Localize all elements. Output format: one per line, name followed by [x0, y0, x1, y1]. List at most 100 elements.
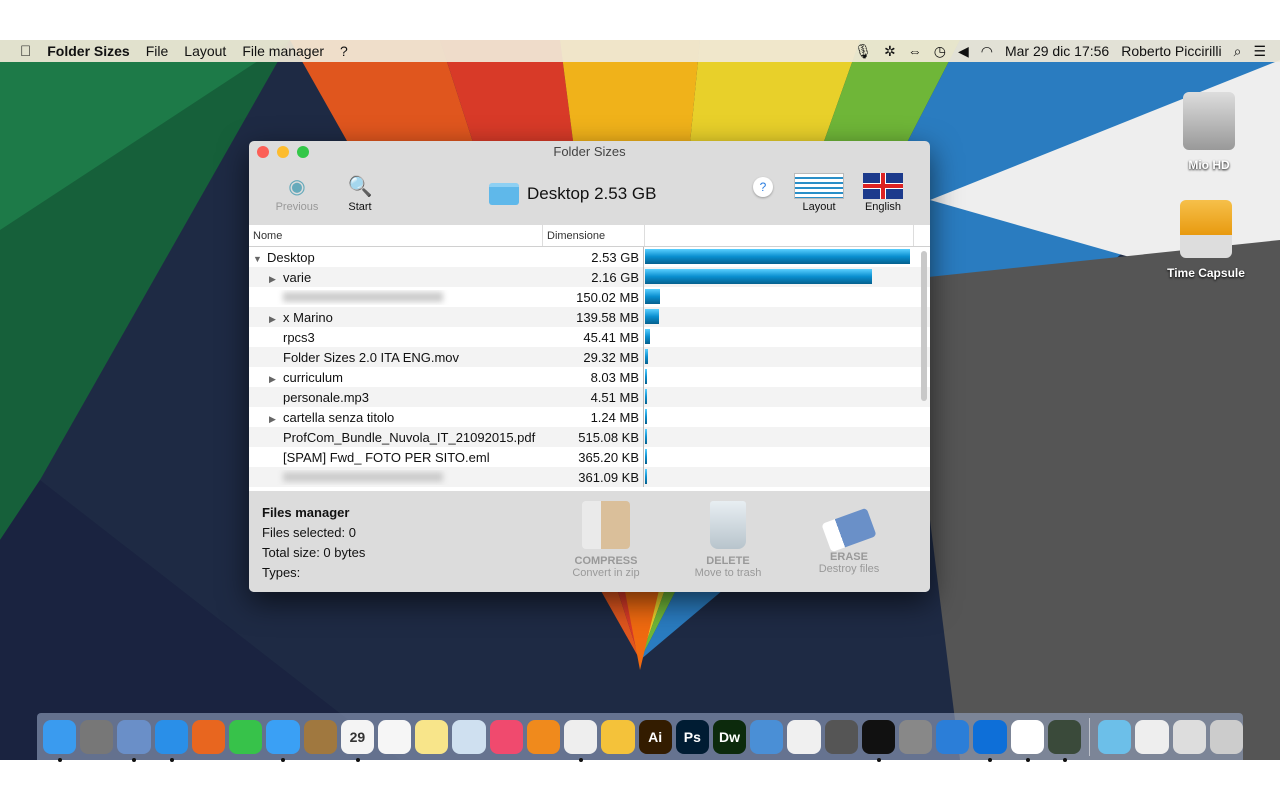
disclosure-triangle-icon[interactable]: ▶ [269, 274, 283, 285]
voice-recorder-icon[interactable] [1011, 720, 1044, 754]
running-indicator [132, 758, 136, 762]
illustrator-icon[interactable]: Ai [639, 720, 672, 754]
time-machine-icon[interactable]: ◷ [934, 43, 946, 60]
volume-icon[interactable]: ◀ [958, 43, 969, 60]
desktop-icon-mio-hd[interactable]: Mio HD [1159, 92, 1259, 172]
launchpad-icon[interactable] [80, 720, 113, 754]
erase-button[interactable]: ERASE Destroy files [799, 501, 899, 575]
column-bar [645, 225, 914, 246]
table-row[interactable]: ▶varie2.16 GB [249, 267, 930, 287]
menu-file[interactable]: File [146, 43, 169, 59]
contacts-icon[interactable] [304, 720, 337, 754]
row-size: 2.53 GB [543, 250, 643, 265]
screenshots-stack-icon[interactable] [1173, 720, 1206, 754]
files-manager-title: Files manager [262, 505, 349, 520]
trash-dock-icon[interactable] [1210, 720, 1243, 754]
size-bar [645, 329, 650, 344]
previous-button[interactable]: ◉ Previous [267, 173, 327, 213]
uk-flag-icon [863, 173, 903, 199]
dock-icon-text: Dw [719, 729, 740, 745]
ibooks-icon[interactable] [527, 720, 560, 754]
title-bar[interactable]: Folder Sizes [249, 141, 930, 163]
size-bar [645, 269, 872, 284]
disclosure-triangle-icon[interactable]: ▶ [269, 374, 283, 385]
preview-icon[interactable] [117, 720, 150, 754]
messages-icon[interactable] [266, 720, 299, 754]
menu-help[interactable]: ? [340, 43, 348, 59]
disclosure-triangle-icon[interactable]: ▶ [269, 314, 283, 325]
table-row[interactable]: personale.mp34.51 MB [249, 387, 930, 407]
desktop-icon-label: Time Capsule [1167, 266, 1245, 280]
vertical-scrollbar[interactable] [921, 251, 927, 401]
apple-menu-icon[interactable]:  [20, 43, 31, 60]
calendar-icon[interactable]: 29 [341, 720, 374, 754]
photos-icon[interactable] [601, 720, 634, 754]
column-name[interactable]: Nome [249, 225, 543, 246]
help-button[interactable]: ? [753, 177, 773, 197]
zoom-button[interactable] [297, 146, 309, 158]
itunes-icon[interactable] [490, 720, 523, 754]
disclosure-triangle-icon[interactable]: ▶ [269, 414, 283, 425]
close-button[interactable] [257, 146, 269, 158]
window-title: Folder Sizes [553, 144, 625, 159]
language-label: English [865, 201, 901, 213]
table-row[interactable]: ▶x Marino139.58 MB [249, 307, 930, 327]
teamviewer-status-icon[interactable]: ⇔ [908, 43, 922, 59]
facetime-icon[interactable] [229, 720, 262, 754]
keynote-icon[interactable] [750, 720, 783, 754]
documents-stack-icon[interactable] [1135, 720, 1168, 754]
spotlight-icon[interactable]: ⌕ [1234, 43, 1242, 60]
network-icon[interactable] [1048, 720, 1081, 754]
delete-button[interactable]: DELETE Move to trash [678, 501, 778, 579]
table-row[interactable]: ▶cartella senza titolo1.24 MB [249, 407, 930, 427]
dreamweaver-icon[interactable]: Dw [713, 720, 746, 754]
table-row[interactable]: [SPAM] Fwd_ FOTO PER SITO.eml365.20 KB [249, 447, 930, 467]
wifi-icon[interactable]: ◠ [981, 43, 993, 60]
menu-file-manager[interactable]: File manager [242, 43, 324, 59]
system-preferences-icon[interactable] [899, 720, 932, 754]
downloads-folder-icon[interactable] [1098, 720, 1131, 754]
terminal-icon[interactable] [862, 720, 895, 754]
firefox-icon[interactable] [192, 720, 225, 754]
sequel-icon[interactable] [825, 720, 858, 754]
row-name: curriculum [283, 370, 343, 385]
desktop-icon-time-capsule[interactable]: Time Capsule [1156, 200, 1256, 280]
table-row[interactable]: Folder Sizes 2.0 ITA ENG.mov29.32 MB [249, 347, 930, 367]
reminders-icon[interactable] [378, 720, 411, 754]
current-location: Desktop 2.53 GB [489, 183, 656, 205]
user-name[interactable]: Roberto Piccirilli [1121, 43, 1221, 59]
numbers-icon[interactable] [787, 720, 820, 754]
compress-button[interactable]: COMPRESS Convert in zip [556, 501, 656, 579]
column-size[interactable]: Dimensione [543, 225, 645, 246]
notes-icon[interactable] [415, 720, 448, 754]
teamviewer-icon[interactable] [973, 720, 1006, 754]
table-row[interactable]: 150.02 MB [249, 287, 930, 307]
xcode-icon[interactable] [936, 720, 969, 754]
photoshop-icon[interactable]: Ps [676, 720, 709, 754]
clock[interactable]: Mar 29 dic 17:56 [1005, 43, 1109, 59]
table-row[interactable]: rpcs345.41 MB [249, 327, 930, 347]
notification-center-icon[interactable]: ☰ [1253, 43, 1266, 60]
start-button[interactable]: 🔍 Start [330, 173, 390, 213]
textedit-icon[interactable] [564, 720, 597, 754]
menu-layout[interactable]: Layout [184, 43, 226, 59]
menu-app-name[interactable]: Folder Sizes [47, 43, 129, 59]
table-header: Nome Dimensione [249, 225, 930, 247]
table-row[interactable]: 361.09 KB [249, 467, 930, 487]
microphone-icon[interactable]: 🎙 [854, 43, 872, 60]
minimize-button[interactable] [277, 146, 289, 158]
table-row[interactable]: ProfCom_Bundle_Nuvola_IT_21092015.pdf515… [249, 427, 930, 447]
layout-button[interactable]: Layout [789, 173, 849, 213]
table-row[interactable]: ▼Desktop 2.53 GB [249, 247, 930, 267]
total-size: Total size: 0 bytes [262, 545, 365, 560]
photo-browser-icon[interactable] [452, 720, 485, 754]
row-name: cartella senza titolo [283, 410, 394, 425]
status-app-icon[interactable]: ✲ [884, 43, 896, 60]
erase-sublabel: Destroy files [819, 563, 880, 575]
safari-icon[interactable] [155, 720, 188, 754]
row-name: Desktop [267, 250, 315, 265]
finder-icon[interactable] [43, 720, 76, 754]
table-row[interactable]: ▶curriculum8.03 MB [249, 367, 930, 387]
disclosure-triangle-icon[interactable]: ▼ [253, 254, 267, 264]
language-button[interactable]: English [853, 173, 913, 213]
